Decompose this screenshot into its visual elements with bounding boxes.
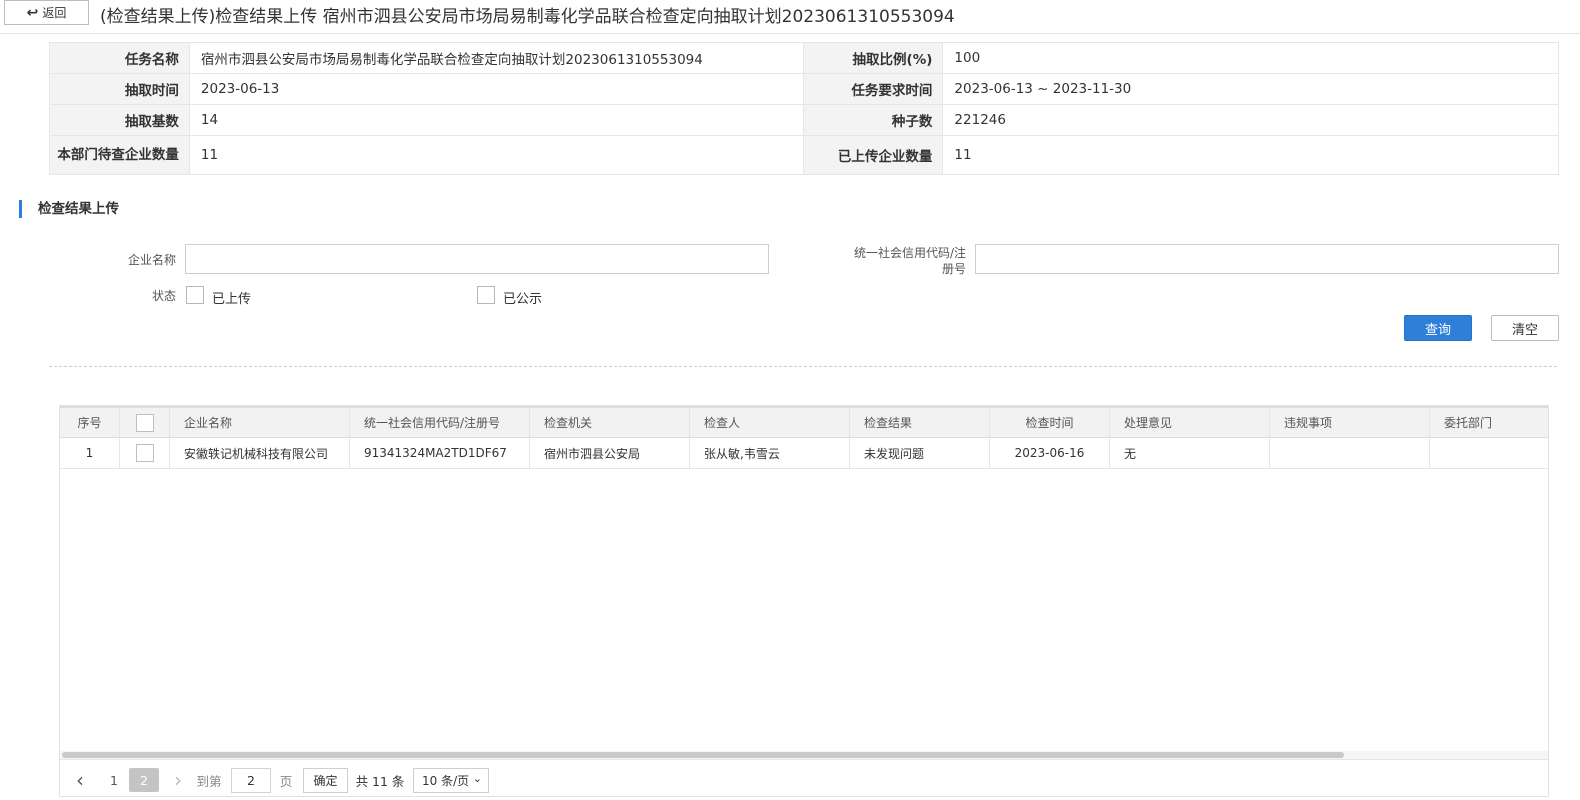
page-size-select[interactable]: 10 条/页 ⌄ (413, 768, 489, 793)
page-size-value: 10 条/页 (422, 774, 470, 788)
select-all-checkbox[interactable] (135, 413, 154, 432)
cell-violation (1270, 438, 1430, 468)
cell-result: 未发现问题 (850, 438, 990, 468)
page-header: ↩ 返回 (检查结果上传)检查结果上传 宿州市泗县公安局市场局易制毒化学品联合检… (0, 0, 1580, 34)
col-header-violation[interactable]: 违规事项 (1270, 408, 1430, 437)
page-unit-label: 页 (279, 773, 293, 789)
clear-button[interactable]: 清空 (1491, 315, 1559, 341)
col-header-opinion[interactable]: 处理意见 (1110, 408, 1270, 437)
cell-delegate (1430, 438, 1548, 468)
status-label: 状态 (151, 289, 176, 303)
credit-code-label: 统一社会信用代码/注 册号 (830, 245, 966, 277)
next-page-icon[interactable]: › (166, 768, 190, 792)
credit-code-label-line2: 册号 (941, 262, 966, 276)
page-2-current[interactable]: 2 (129, 768, 159, 792)
info-label: 种子数 (802, 104, 944, 136)
task-info-table: 任务名称 宿州市泗县公安局市场局易制毒化学品联合检查定向抽取计划20230613… (49, 42, 1559, 175)
info-label: 本部门待查企业数量 (49, 135, 190, 175)
info-label: 抽取基数 (49, 104, 190, 136)
uploaded-checkbox[interactable] (186, 286, 204, 304)
back-button[interactable]: ↩ 返回 (4, 0, 89, 25)
uploaded-checkbox-label: 已上传 (212, 292, 252, 307)
scrollbar-thumb[interactable] (62, 752, 1344, 758)
horizontal-scrollbar[interactable] (60, 751, 1548, 759)
cell-select (120, 438, 170, 468)
info-value: 14 (188, 104, 804, 136)
credit-code-label-line1: 统一社会信用代码/注 (853, 246, 966, 260)
col-header-inspector[interactable]: 检查人 (690, 408, 850, 437)
published-checkbox-label: 已公示 (503, 292, 543, 307)
info-value: 100 (942, 42, 1559, 74)
divider (49, 366, 1557, 367)
credit-code-input[interactable] (975, 244, 1559, 274)
chevron-down-icon: ⌄ (472, 772, 482, 785)
info-value: 宿州市泗县公安局市场局易制毒化学品联合检查定向抽取计划2023061310553… (188, 42, 804, 74)
published-checkbox[interactable] (477, 286, 495, 304)
col-header-seq: 序号 (60, 408, 120, 437)
col-header-result[interactable]: 检查结果 (850, 408, 990, 437)
company-name-label: 企业名称 (127, 253, 176, 267)
col-header-authority[interactable]: 检查机关 (530, 408, 690, 437)
info-value: 11 (188, 135, 804, 175)
company-name-input[interactable] (185, 244, 769, 274)
section-title: 检查结果上传 (19, 200, 119, 218)
col-header-delegate[interactable]: 委托部门 (1430, 408, 1548, 437)
table-row[interactable]: 1 安徽轶记机械科技有限公司 91341324MA2TD1DF67 宿州市泗县公… (60, 438, 1548, 469)
cell-company: 安徽轶记机械科技有限公司 (170, 438, 350, 468)
search-button[interactable]: 查询 (1404, 315, 1472, 341)
cell-seq: 1 (60, 438, 120, 468)
grid-header: 序号 企业名称 统一社会信用代码/注册号 检查机关 检查人 检查结果 检查时间 … (60, 406, 1548, 438)
info-value: 2023-06-13 (188, 73, 804, 105)
col-header-select (120, 408, 170, 437)
page-1[interactable]: 1 (102, 768, 126, 792)
results-grid: 序号 企业名称 统一社会信用代码/注册号 检查机关 检查人 检查结果 检查时间 … (59, 405, 1549, 797)
cell-opinion: 无 (1110, 438, 1270, 468)
goto-confirm-button[interactable]: 确定 (303, 768, 348, 793)
prev-page-icon[interactable]: ‹ (68, 768, 92, 792)
cell-inspector: 张从敏,韦雪云 (690, 438, 850, 468)
col-header-date[interactable]: 检查时间 (990, 408, 1110, 437)
back-button-label: 返回 (42, 6, 67, 20)
info-row: 任务名称 宿州市泗县公安局市场局易制毒化学品联合检查定向抽取计划20230613… (49, 42, 1559, 74)
info-row: 本部门待查企业数量 11 已上传企业数量 11 (49, 135, 1559, 175)
total-count: 共 11 条 (355, 773, 405, 789)
page-title: (检查结果上传)检查结果上传 宿州市泗县公安局市场局易制毒化学品联合检查定向抽取… (100, 7, 955, 27)
row-checkbox[interactable] (135, 444, 154, 462)
cell-date: 2023-06-16 (990, 438, 1110, 468)
cell-credit-code: 91341324MA2TD1DF67 (350, 438, 530, 468)
info-value: 11 (942, 135, 1559, 175)
cell-authority: 宿州市泗县公安局 (530, 438, 690, 468)
goto-page-input[interactable] (231, 768, 271, 793)
info-row: 抽取时间 2023-06-13 任务要求时间 2023-06-13 ~ 2023… (49, 73, 1559, 105)
return-arrow-icon: ↩ (26, 4, 39, 21)
info-label: 抽取时间 (49, 73, 190, 105)
info-value: 2023-06-13 ~ 2023-11-30 (942, 73, 1559, 105)
col-header-company[interactable]: 企业名称 (170, 408, 350, 437)
info-label: 任务要求时间 (802, 73, 944, 105)
pagination: ‹ 1 2 › 到第 页 确定 共 11 条 10 条/页 ⌄ (60, 759, 1548, 796)
info-label: 已上传企业数量 (802, 135, 944, 175)
goto-label: 到第 (196, 773, 222, 789)
info-value: 221246 (942, 104, 1559, 136)
info-label: 任务名称 (49, 42, 190, 74)
info-label: 抽取比例(%) (802, 42, 944, 74)
col-header-credit-code[interactable]: 统一社会信用代码/注册号 (350, 408, 530, 437)
info-row: 抽取基数 14 种子数 221246 (49, 104, 1559, 136)
